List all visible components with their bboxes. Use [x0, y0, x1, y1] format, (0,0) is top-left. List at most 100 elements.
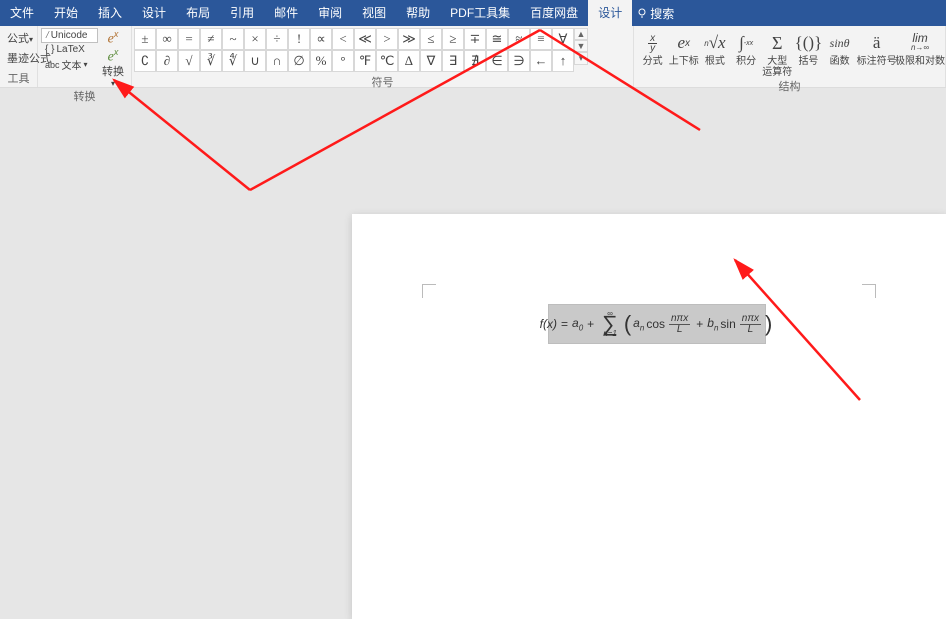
- sym-gg[interactable]: ≫: [398, 28, 420, 50]
- tab-insert[interactable]: 插入: [88, 0, 132, 26]
- group-structures-label: 结构: [634, 78, 945, 95]
- latex-button[interactable]: { } LaTeX: [41, 43, 98, 56]
- sym-nabla[interactable]: ∇: [420, 50, 442, 72]
- struct-accent[interactable]: ä标注符号: [855, 28, 898, 67]
- group-symbols-label: 符号: [132, 74, 633, 91]
- convert-button[interactable]: ex ex 转换 ▾: [98, 28, 128, 88]
- eq-rparen: ): [765, 311, 772, 337]
- symbol-scroll-up[interactable]: ▲: [574, 28, 588, 40]
- margin-corner-tl: [422, 284, 436, 298]
- sym-prop[interactable]: ∝: [310, 28, 332, 50]
- sym-mp[interactable]: ∓: [464, 28, 486, 50]
- sym-empty[interactable]: ∅: [288, 50, 310, 72]
- struct-limit[interactable]: limn→∞极限和对数: [898, 28, 942, 67]
- sym-cong[interactable]: ≅: [486, 28, 508, 50]
- text-button[interactable]: abc 文本▾: [41, 56, 98, 73]
- sym-degc[interactable]: ℃: [376, 50, 398, 72]
- sym-ge[interactable]: ≥: [442, 28, 464, 50]
- tab-design1[interactable]: 设计: [132, 0, 176, 26]
- sym-nexists[interactable]: ∄: [464, 50, 486, 72]
- sym-forall[interactable]: ∀: [552, 28, 574, 50]
- group-tools: 公式▾ 墨迹公式 工具: [0, 26, 38, 87]
- symbol-scroll-down[interactable]: ▼: [574, 40, 588, 52]
- eq-sin: sin: [720, 317, 735, 331]
- convert-icon: ex: [108, 28, 119, 46]
- sym-sqrt[interactable]: √: [178, 50, 200, 72]
- eq-frac1: nπxL: [669, 314, 690, 335]
- symbol-row-1: ± ∞ = ≠ ~ × ÷ ! ∝ < ≪ > ≫ ≤ ≥ ∓ ≅: [134, 28, 574, 50]
- sym-delta[interactable]: ∆: [398, 50, 420, 72]
- eq-plus2: +: [696, 317, 703, 331]
- sym-uarr[interactable]: ↑: [552, 50, 574, 72]
- sym-gt[interactable]: >: [376, 28, 398, 50]
- sym-fact[interactable]: !: [288, 28, 310, 50]
- eq-bn: bn: [707, 316, 718, 332]
- eq-sum: ∞ ∑ n=1: [600, 309, 620, 339]
- sym-4rt[interactable]: ∜: [222, 50, 244, 72]
- sym-degf[interactable]: ℉: [354, 50, 376, 72]
- document-area: f(x) = a0 + ∞ ∑ n=1 ( an cos nπxL + bn s…: [0, 104, 946, 515]
- sym-comp[interactable]: ∁: [134, 50, 156, 72]
- group-format: / Unicode { } LaTeX abc 文本▾ ex ex 转换 ▾ 转…: [38, 26, 132, 87]
- sym-eq[interactable]: =: [178, 28, 200, 50]
- sym-ni[interactable]: ∋: [508, 50, 530, 72]
- ribbon: 公式▾ 墨迹公式 工具 / Unicode { } LaTeX abc 文本▾ …: [0, 26, 946, 88]
- sym-le[interactable]: ≤: [420, 28, 442, 50]
- page[interactable]: f(x) = a0 + ∞ ∑ n=1 ( an cos nπxL + bn s…: [352, 214, 946, 619]
- sym-exists[interactable]: ∃: [442, 50, 464, 72]
- tab-pdftools[interactable]: PDF工具集: [440, 0, 520, 26]
- sym-lt[interactable]: <: [332, 28, 354, 50]
- struct-bracket[interactable]: {()}括号: [793, 28, 824, 67]
- struct-script[interactable]: ex上下标: [668, 28, 699, 67]
- struct-fraction[interactable]: xy分式: [637, 28, 668, 67]
- sym-equiv[interactable]: ≡: [530, 28, 552, 50]
- sym-cap[interactable]: ∩: [266, 50, 288, 72]
- sym-larr[interactable]: ←: [530, 50, 552, 72]
- sym-inf[interactable]: ∞: [156, 28, 178, 50]
- sym-ll[interactable]: ≪: [354, 28, 376, 50]
- symbol-more[interactable]: ▾: [574, 52, 588, 65]
- formula-button[interactable]: 公式▾: [3, 28, 37, 48]
- unicode-button[interactable]: / Unicode: [41, 28, 98, 43]
- symbol-scroll: ▲ ▼ ▾: [574, 28, 588, 65]
- sym-times[interactable]: ×: [244, 28, 266, 50]
- lightbulb-icon: [636, 7, 648, 19]
- sym-partial[interactable]: ∂: [156, 50, 178, 72]
- sym-in[interactable]: ∈: [486, 50, 508, 72]
- sym-pm[interactable]: ±: [134, 28, 156, 50]
- sym-neq[interactable]: ≠: [200, 28, 222, 50]
- tab-file[interactable]: 文件: [0, 0, 44, 26]
- eq-an: an: [633, 316, 644, 332]
- tab-mail[interactable]: 邮件: [264, 0, 308, 26]
- sym-cup[interactable]: ∪: [244, 50, 266, 72]
- eq-cos: cos: [646, 317, 665, 331]
- tab-eqdesign[interactable]: 设计: [588, 0, 632, 26]
- struct-large-op[interactable]: Σ大型 运算符: [762, 28, 793, 78]
- sym-approx[interactable]: ≈: [508, 28, 530, 50]
- tab-references[interactable]: 引用: [220, 0, 264, 26]
- eq-plus1: +: [587, 317, 594, 331]
- search-button[interactable]: 搜索: [636, 5, 674, 22]
- symbol-row-2: ∁ ∂ √ ∛ ∜ ∪ ∩ ∅ % ° ℉ ℃ ∆ ∇ ∃ ∄ ∈: [134, 50, 574, 72]
- group-symbols: ± ∞ = ≠ ~ × ÷ ! ∝ < ≪ > ≫ ≤ ≥ ∓ ≅: [132, 26, 634, 87]
- tab-help[interactable]: 帮助: [396, 0, 440, 26]
- sym-div[interactable]: ÷: [266, 28, 288, 50]
- tab-baidu[interactable]: 百度网盘: [520, 0, 588, 26]
- struct-integral[interactable]: ∫-xx积分: [731, 28, 762, 67]
- tab-review[interactable]: 审阅: [308, 0, 352, 26]
- margin-corner-tr: [862, 284, 876, 298]
- tab-view[interactable]: 视图: [352, 0, 396, 26]
- struct-function[interactable]: sinθ函数: [824, 28, 855, 67]
- sym-pct[interactable]: %: [310, 50, 332, 72]
- group-convert-label: 转换: [38, 88, 131, 105]
- equation-box[interactable]: f(x) = a0 + ∞ ∑ n=1 ( an cos nπxL + bn s…: [548, 304, 766, 344]
- tab-layout[interactable]: 布局: [176, 0, 220, 26]
- sym-tilde[interactable]: ~: [222, 28, 244, 50]
- sym-cbrt[interactable]: ∛: [200, 50, 222, 72]
- convert-icon2: ex: [108, 46, 119, 64]
- tab-home[interactable]: 开始: [44, 0, 88, 26]
- struct-radical[interactable]: n√x根式: [699, 28, 730, 67]
- sym-deg[interactable]: °: [332, 50, 354, 72]
- group-structures: xy分式 ex上下标 n√x根式 ∫-xx积分 Σ大型 运算符 {()}括号 s…: [634, 26, 946, 87]
- menu-bar: 文件 开始 插入 设计 布局 引用 邮件 审阅 视图 帮助 PDF工具集 百度网…: [0, 0, 946, 26]
